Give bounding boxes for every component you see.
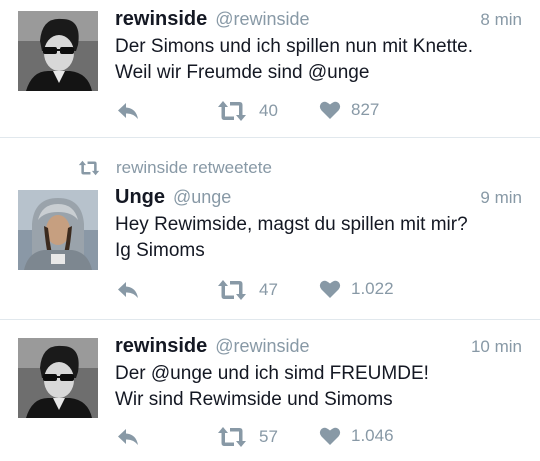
tweet-card[interactable]: rewinside @rewinside 8 min Der Simons un… xyxy=(0,0,540,138)
avatar[interactable] xyxy=(18,11,98,91)
heart-icon xyxy=(319,427,341,445)
tweet-text: Der Simons und ich spillen nun mit Knett… xyxy=(115,36,474,83)
author-name[interactable]: rewinside xyxy=(115,335,207,358)
retweet-button[interactable]: 57 xyxy=(217,426,278,448)
author-handle[interactable]: @rewinside xyxy=(215,336,309,357)
tweet-actions: 47 1.022 xyxy=(0,279,540,305)
retweet-button[interactable]: 40 xyxy=(217,100,278,122)
tweet-header: rewinside @rewinside 8 min xyxy=(115,8,522,34)
heart-icon xyxy=(319,280,341,298)
reply-icon xyxy=(118,429,138,445)
reply-button[interactable] xyxy=(116,279,140,301)
retweet-icon xyxy=(218,280,246,300)
like-button[interactable]: 1.022 xyxy=(319,279,394,299)
timestamp[interactable]: 9 min xyxy=(480,188,522,208)
reply-button[interactable] xyxy=(116,100,140,122)
retweet-count: 57 xyxy=(259,427,278,446)
retweet-button[interactable]: 47 xyxy=(217,279,278,301)
author-name[interactable]: rewinside xyxy=(115,8,207,31)
like-count: 827 xyxy=(351,100,380,119)
author-handle[interactable]: @unge xyxy=(173,187,231,208)
timestamp[interactable]: 10 min xyxy=(471,337,522,357)
tweet-actions: 57 1.046 xyxy=(0,426,540,452)
timestamp[interactable]: 8 min xyxy=(480,10,522,30)
tweet-text: Hey Rewimside, magst du spillen mit mir?… xyxy=(115,214,468,261)
avatar[interactable] xyxy=(18,338,98,418)
like-button[interactable]: 827 xyxy=(319,100,379,120)
retweet-icon xyxy=(218,427,246,447)
retweet-icon xyxy=(78,160,100,176)
reply-icon xyxy=(118,103,138,119)
retweet-context-label: rewinside retweetete xyxy=(116,158,272,177)
retweet-icon xyxy=(218,101,246,121)
tweet-card[interactable]: rewinside @rewinside 10 min Der @unge un… xyxy=(0,320,540,461)
heart-icon xyxy=(319,101,341,119)
tweet-text: Der @unge und ich simd FREUMDE! Wir sind… xyxy=(115,363,429,410)
author-name[interactable]: Unge xyxy=(115,186,165,209)
reply-button[interactable] xyxy=(116,426,140,448)
tweet-header: rewinside @rewinside 10 min xyxy=(115,335,522,361)
avatar[interactable] xyxy=(18,190,98,270)
reply-icon xyxy=(118,282,138,298)
author-handle[interactable]: @rewinside xyxy=(215,9,309,30)
retweet-context[interactable]: rewinside retweetete xyxy=(78,156,272,180)
retweet-count: 40 xyxy=(259,101,278,120)
like-count: 1.046 xyxy=(351,426,394,445)
like-count: 1.022 xyxy=(351,279,394,298)
like-button[interactable]: 1.046 xyxy=(319,426,394,446)
retweet-count: 47 xyxy=(259,280,278,299)
tweet-header: Unge @unge 9 min xyxy=(115,186,522,212)
tweet-actions: 40 827 xyxy=(0,100,540,126)
tweet-card[interactable]: rewinside retweetete Unge @unge 9 min He… xyxy=(0,138,540,320)
